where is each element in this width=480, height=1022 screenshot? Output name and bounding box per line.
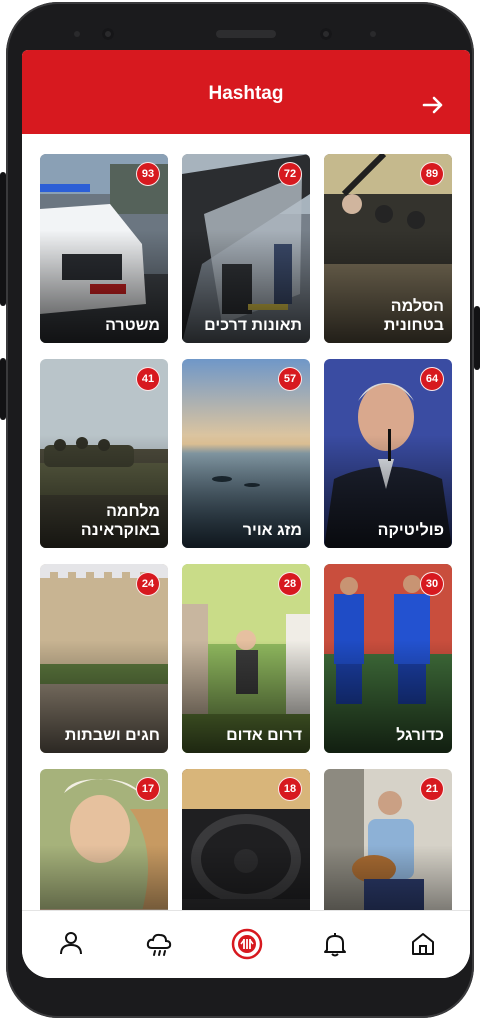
count-badge: 72: [278, 162, 302, 186]
count-badge: 30: [420, 572, 444, 596]
count-badge: 41: [136, 367, 160, 391]
tile-label: כדורגל: [396, 726, 444, 744]
phone-side-button: [474, 306, 480, 370]
count-badge: 18: [278, 777, 302, 801]
radio-icon[interactable]: [231, 928, 263, 960]
user-icon[interactable]: [56, 929, 86, 959]
count-badge: 24: [136, 572, 160, 596]
phone-camera: [320, 28, 332, 40]
phone-sensor: [370, 31, 376, 37]
hashtag-tile-politics[interactable]: 64 פוליטיקה: [324, 359, 452, 548]
count-badge: 89: [420, 162, 444, 186]
count-badge: 21: [420, 777, 444, 801]
count-badge: 64: [420, 367, 444, 391]
hashtag-tile-road-accidents[interactable]: 72 תאונות דרכים: [182, 154, 310, 343]
tile-label: משטרה: [105, 316, 160, 334]
app-screen: Hashtag 93 משטרה 72 תאונות דרכים 89 הסלמ…: [22, 50, 470, 978]
tile-label: פוליטיקה: [377, 521, 444, 539]
hashtag-tile-ukraine-war[interactable]: 41 מלחמה באוקראינה: [40, 359, 168, 548]
phone-camera: [102, 28, 114, 40]
phone-speaker: [216, 30, 276, 38]
tile-label: הסלמה בטחונית: [383, 298, 444, 334]
hashtag-grid: 93 משטרה 72 תאונות דרכים 89 הסלמה בטחוני…: [40, 154, 452, 958]
count-badge: 93: [136, 162, 160, 186]
hashtag-tile-football[interactable]: 30 כדורגל: [324, 564, 452, 753]
bottom-navigation: [22, 910, 470, 978]
tile-label: חגים ושבתות: [64, 726, 160, 744]
count-badge: 17: [136, 777, 160, 801]
phone-side-button: [0, 358, 6, 420]
tile-label: דרום אדום: [226, 726, 302, 744]
weather-icon[interactable]: [144, 929, 174, 959]
tile-label: מלחמה באוקראינה: [80, 503, 160, 539]
home-icon[interactable]: [408, 929, 438, 959]
hashtag-tile-red-south[interactable]: 28 דרום אדום: [182, 564, 310, 753]
phone-frame: Hashtag 93 משטרה 72 תאונות דרכים 89 הסלמ…: [0, 2, 480, 1018]
hashtag-tile-weather[interactable]: 57 מזג אויר: [182, 359, 310, 548]
count-badge: 57: [278, 367, 302, 391]
hashtag-tile-police[interactable]: 93 משטרה: [40, 154, 168, 343]
page-title: Hashtag: [208, 83, 284, 104]
bell-icon[interactable]: [320, 929, 350, 959]
hashtag-tile-security-escalation[interactable]: 89 הסלמה בטחונית: [324, 154, 452, 343]
app-header: Hashtag: [22, 50, 470, 134]
phone-sensor: [74, 31, 80, 37]
tile-label: תאונות דרכים: [204, 316, 302, 334]
phone-side-button: [0, 172, 6, 306]
arrow-right-icon[interactable]: [422, 94, 444, 116]
count-badge: 28: [278, 572, 302, 596]
tile-label: מזג אויר: [242, 521, 302, 539]
hashtag-tile-holidays[interactable]: 24 חגים ושבתות: [40, 564, 168, 753]
